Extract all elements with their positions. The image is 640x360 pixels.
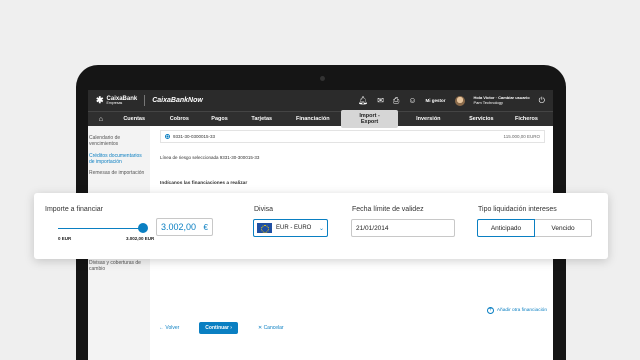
importe-label: Importe a financiar: [45, 206, 103, 213]
plus-icon: +: [486, 307, 494, 314]
gestor-link[interactable]: Mi gestor: [425, 98, 445, 103]
nav-cuentas[interactable]: Cuentas: [110, 114, 159, 124]
tipo-option-vencido[interactable]: Vencido: [535, 219, 592, 237]
bell-icon[interactable]: 🔔︎: [358, 96, 368, 105]
continuar-button[interactable]: Continuar ›: [199, 322, 238, 334]
home-icon[interactable]: ⌂: [92, 114, 110, 125]
add-financiacion-label: Añadir otra financiación: [496, 308, 547, 313]
mail-icon[interactable]: ✉: [377, 96, 384, 105]
user-box[interactable]: Hola Victor · Cambiar usuario Pam Techno…: [473, 95, 530, 106]
user-company: Pam Technology: [473, 99, 504, 105]
account-row[interactable]: 9331-30-0300015-33 115.000,00 EURO: [160, 130, 545, 143]
sidebar-item-divisas[interactable]: Divisas y coberturas de cambio: [88, 260, 150, 273]
nav-inversion[interactable]: Inversión: [398, 114, 459, 124]
slider-max: 3.002,00 EUR: [126, 236, 155, 241]
footer-actions: ← Volver Continuar › ✕ Cancelar: [159, 322, 284, 334]
continuar-label: Continuar: [205, 325, 229, 331]
eu-flag-icon: [257, 223, 272, 233]
main-nav: ⌂ Cuentas Cobros Pagos Tarjetas Financia…: [88, 110, 553, 128]
divider: [144, 95, 146, 106]
nav-financiacion[interactable]: Financiación: [284, 114, 341, 124]
linea-text: Línea de riesgo seleccionada 9331-30-300…: [160, 155, 260, 160]
nav-servicios[interactable]: Servicios: [459, 114, 504, 124]
account-amount: 115.000,00 EURO: [503, 134, 540, 139]
power-icon[interactable]: ⏻: [539, 96, 545, 105]
amount-slider-handle[interactable]: [138, 223, 148, 233]
nav-cobros[interactable]: Cobros: [159, 114, 200, 124]
euro-symbol: €: [203, 222, 208, 232]
amount-slider-track[interactable]: [58, 228, 144, 229]
avatar[interactable]: [454, 95, 465, 106]
amount-input[interactable]: 3.002,00 €: [156, 218, 213, 236]
star-icon: ✱: [96, 95, 104, 105]
add-financiacion-link[interactable]: + Añadir otra financiación: [486, 307, 547, 314]
print-icon[interactable]: ⎙: [393, 96, 399, 105]
brand-sub: Empresas: [106, 100, 123, 105]
brand-logo[interactable]: ✱ CaixaBank Empresas: [96, 96, 137, 106]
sidebar-item-creditos[interactable]: Créditos documentarios de importación: [89, 153, 148, 166]
divisa-value: EUR - EURO: [276, 225, 312, 231]
amount-value: 3.002,00: [161, 222, 197, 232]
fecha-input[interactable]: 21/01/2014: [351, 219, 455, 237]
tipo-option-anticipado[interactable]: Anticipado: [477, 219, 535, 237]
volver-link[interactable]: ← Volver: [159, 325, 179, 331]
gestor-icon[interactable]: ☺: [408, 96, 416, 105]
sidebar-item-calendario[interactable]: Calendario de vencimientos: [89, 135, 148, 148]
cancelar-label: Cancelar: [263, 325, 284, 331]
app-name: CaixaBankNow: [152, 97, 203, 104]
chevron-down-icon: ⌄: [318, 225, 324, 232]
sidebar-item-remesas[interactable]: Remesas de importación: [89, 170, 148, 176]
radio-selected[interactable]: [165, 134, 170, 139]
fecha-label: Fecha límite de validez: [352, 206, 424, 213]
indicanos-heading: Indícanos las financiaciones a realizar: [160, 181, 248, 186]
nav-pagos[interactable]: Pagos: [200, 114, 239, 124]
tipo-label: Tipo liquidación intereses: [478, 206, 557, 213]
volver-label: Volver: [165, 325, 180, 331]
fecha-value: 21/01/2014: [356, 224, 389, 232]
tipo-segmented-control: Anticipado Vencido: [477, 219, 592, 237]
divisa-label: Divisa: [254, 206, 274, 213]
top-bar: ✱ CaixaBank Empresas CaixaBankNow 🔔︎ ✉ ⎙…: [88, 90, 553, 111]
cancelar-link[interactable]: ✕ Cancelar: [258, 325, 284, 331]
nav-ficheros[interactable]: Ficheros: [504, 114, 549, 124]
camera: [320, 76, 325, 81]
divisa-select[interactable]: EUR - EURO ⌄: [253, 219, 328, 237]
nav-tarjetas[interactable]: Tarjetas: [239, 114, 284, 124]
slider-min: 0 EUR: [58, 236, 72, 241]
account-number: 9331-30-0300015-33: [173, 134, 216, 139]
